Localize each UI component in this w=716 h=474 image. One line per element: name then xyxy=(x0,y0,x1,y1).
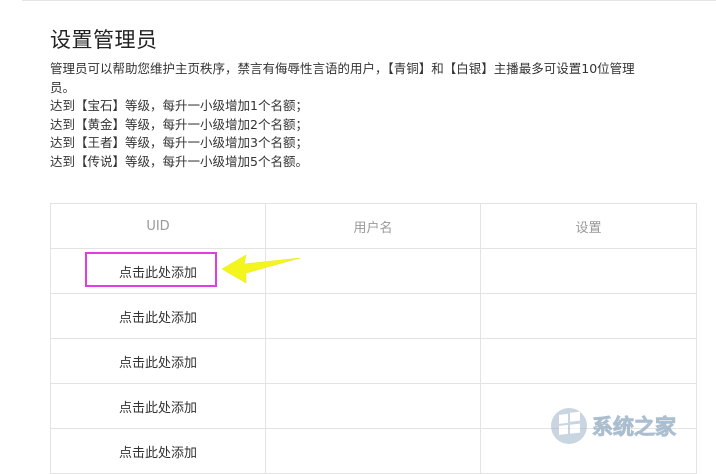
settings-cell xyxy=(480,293,697,339)
column-header-username: 用户名 xyxy=(265,203,481,249)
description-line: 达到【黄金】等级，每升一小级增加2个名额； xyxy=(50,116,308,132)
page-title: 设置管理员 xyxy=(50,28,158,52)
uid-cell: 点击此处添加 xyxy=(50,338,266,384)
column-header-uid: UID xyxy=(50,203,266,249)
username-cell xyxy=(265,383,481,429)
description-line: 达到【传说】等级，每升一小级增加5个名额。 xyxy=(50,153,308,169)
top-divider xyxy=(22,0,716,1)
description: 管理员可以帮助您维护主页秩序，禁言有侮辱性言语的用户，【青铜】和【白银】主播最多… xyxy=(50,60,716,171)
username-cell xyxy=(265,293,481,339)
add-admin-link[interactable]: 点击此处添加 xyxy=(119,262,197,281)
settings-cell xyxy=(480,338,697,384)
description-line: 管理员可以帮助您维护主页秩序，禁言有侮辱性言语的用户，【青铜】和【白银】主播最多… xyxy=(50,61,635,76)
column-header-settings: 设置 xyxy=(480,203,697,249)
annotation-arrow-icon xyxy=(221,254,301,284)
uid-cell: 点击此处添加 xyxy=(50,428,266,474)
table-row: 点击此处添加 xyxy=(50,248,697,294)
uid-cell: 点击此处添加 xyxy=(50,383,266,429)
add-admin-link[interactable]: 点击此处添加 xyxy=(119,307,197,326)
add-admin-link[interactable]: 点击此处添加 xyxy=(119,397,197,416)
username-cell xyxy=(265,338,481,384)
username-cell xyxy=(265,428,481,474)
settings-cell xyxy=(480,248,697,294)
table-row: 点击此处添加 xyxy=(50,293,697,339)
watermark-logo-icon: 系统之家 xyxy=(551,408,677,444)
table-header-row: UID 用户名 设置 xyxy=(50,203,697,249)
description-line: 达到【王者】等级，每升一小级增加3个名额； xyxy=(50,135,308,150)
description-line: 达到【宝石】等级，每升一小级增加1个名额； xyxy=(50,98,308,113)
add-admin-link[interactable]: 点击此处添加 xyxy=(119,442,197,461)
description-line: 员。 xyxy=(50,79,76,95)
watermark-text: 系统之家 xyxy=(592,415,677,439)
add-admin-link[interactable]: 点击此处添加 xyxy=(119,352,197,371)
table-row: 点击此处添加 xyxy=(50,338,697,384)
uid-cell: 点击此处添加 xyxy=(50,293,266,339)
